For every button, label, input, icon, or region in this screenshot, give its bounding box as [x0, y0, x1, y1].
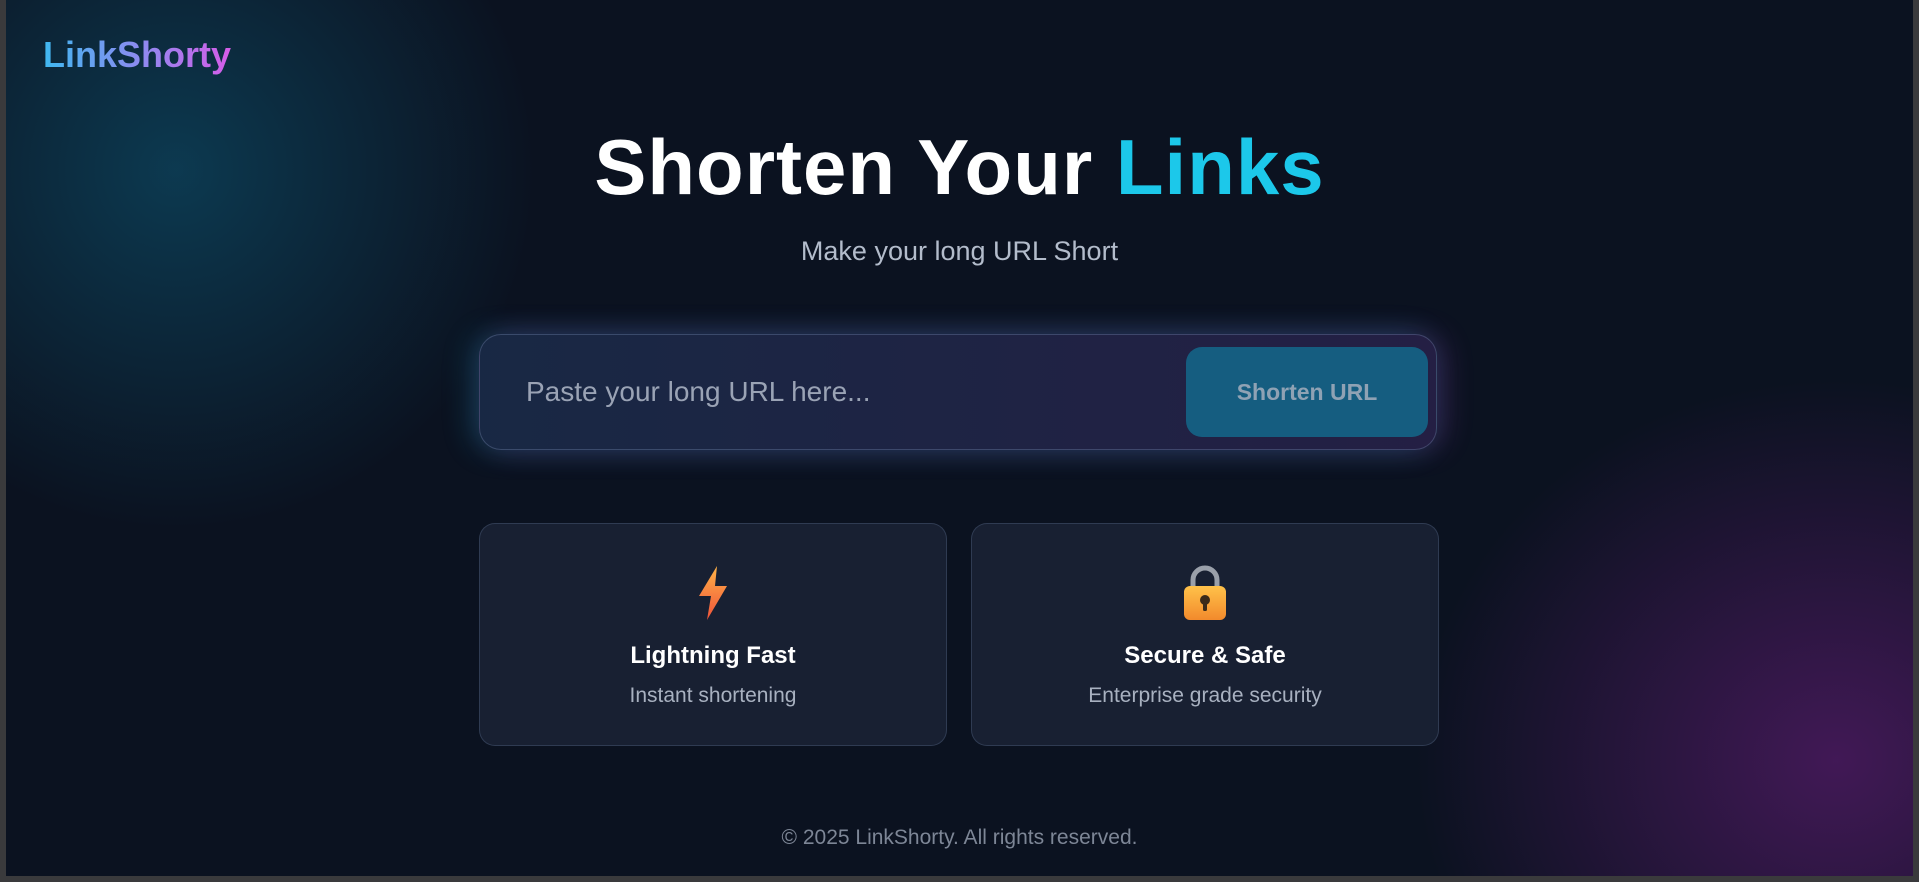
feature-description: Instant shortening: [629, 684, 797, 707]
shorten-url-button[interactable]: Shorten URL: [1186, 347, 1428, 437]
feature-title: Lightning Fast: [630, 642, 796, 669]
feature-card-lightning-fast: Lightning Fast Instant shortening: [479, 523, 947, 746]
logo[interactable]: LinkShorty: [43, 34, 231, 76]
lightning-icon: [480, 564, 946, 624]
feature-title: Secure & Safe: [1124, 642, 1286, 669]
app-window: LinkShorty Shorten Your Links Make your …: [6, 0, 1913, 876]
url-shortener-form: Shorten URL: [479, 334, 1437, 450]
hero-title-main: Shorten Your: [594, 123, 1094, 211]
url-input[interactable]: [510, 357, 1182, 427]
hero-title: Shorten Your Links: [6, 125, 1913, 209]
footer-copyright: © 2025 LinkShorty. All rights reserved.: [781, 826, 1138, 849]
hero-title-accent: Links: [1115, 123, 1325, 211]
feature-card-secure-safe: Secure & Safe Enterprise grade security: [971, 523, 1439, 746]
hero-subtitle: Make your long URL Short: [800, 236, 1119, 266]
lock-icon: [972, 564, 1438, 624]
feature-description: Enterprise grade security: [1088, 684, 1322, 707]
